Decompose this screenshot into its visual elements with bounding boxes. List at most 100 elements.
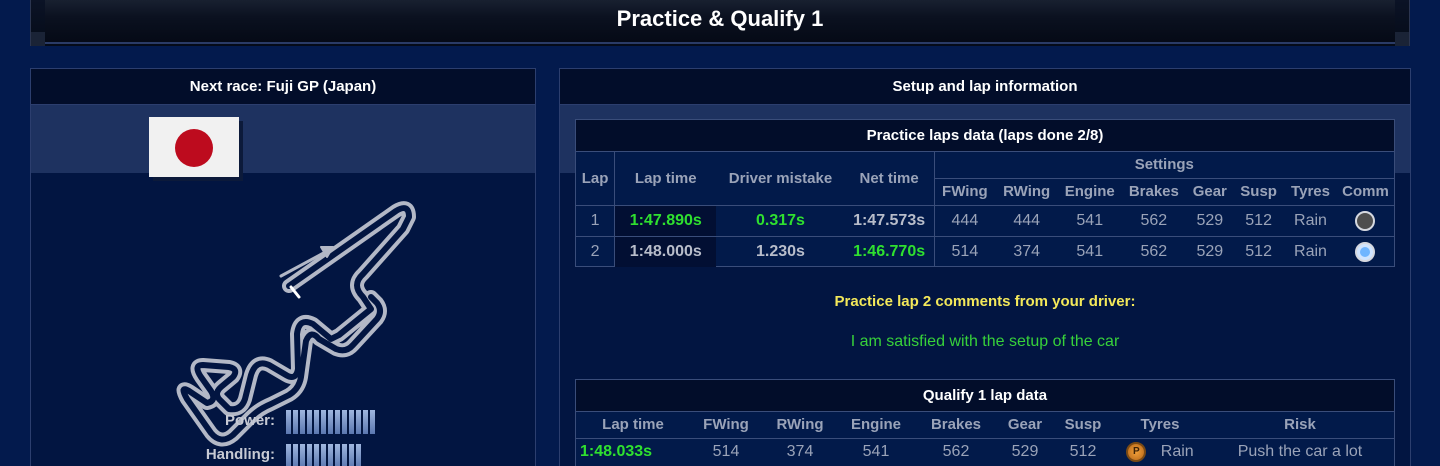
col-tyres: Tyres xyxy=(1140,416,1180,434)
stat-bar-segment xyxy=(335,444,340,466)
driver-comment-title: Practice lap 2 comments from your driver… xyxy=(834,293,1136,310)
col-brakes: Brakes xyxy=(930,416,982,434)
stat-bar-segment xyxy=(321,444,326,466)
col-settings: Settings xyxy=(934,152,1394,179)
lap-number: 1 xyxy=(576,205,616,236)
col-driver-mistake: Driver mistake xyxy=(716,152,845,205)
susp-value: 512 xyxy=(1245,211,1272,229)
stat-bar-segment xyxy=(356,410,361,434)
fwing-value: 514 xyxy=(951,242,979,260)
stat-bar-segment xyxy=(314,410,319,434)
engine-value: 541 xyxy=(1076,211,1104,229)
stat-bar-segment xyxy=(349,410,354,434)
stat-bar-segment xyxy=(300,444,305,466)
rwing-value: 444 xyxy=(1013,211,1041,229)
stat-bar-segment xyxy=(293,410,298,434)
stat-bar-segment xyxy=(342,444,347,466)
col-net-time: Net time xyxy=(844,152,935,205)
stat-bar-segment xyxy=(321,410,326,434)
practice-table: Lap Lap time Driver mistake Net time Set… xyxy=(576,152,1394,267)
table-row: 1 1:47.890s 0.317s 1:47.573s 444 444 541… xyxy=(576,205,1394,236)
handling-label: Handling: xyxy=(205,446,275,463)
col-rwing: RWing xyxy=(1003,183,1051,200)
japan-flag-icon xyxy=(149,117,239,177)
driver-mistake: 0.317s xyxy=(756,211,805,229)
stat-bar-segment xyxy=(349,444,354,466)
risk-value: Push the car a lot xyxy=(1237,443,1363,461)
stat-bar-segment xyxy=(307,410,312,434)
col-susp: Susp xyxy=(1064,416,1102,434)
tyres-cell: P Rain xyxy=(1114,438,1206,466)
col-engine: Engine xyxy=(850,416,901,434)
gear-value: 529 xyxy=(1011,443,1039,461)
stat-bar-segment xyxy=(328,410,333,434)
comm-radio-lap2[interactable] xyxy=(1355,241,1376,262)
driver-comment-text: I am satisfied with the setup of the car xyxy=(850,333,1120,350)
stat-bar-segment xyxy=(286,444,291,466)
stat-bar-segment xyxy=(370,410,375,434)
col-brakes: Brakes xyxy=(1128,183,1179,200)
qualify-lap-time: 1:48.033s xyxy=(580,443,653,461)
lap-time: 1:48.000s xyxy=(614,236,717,267)
col-gear: Gear xyxy=(1007,416,1043,434)
comm-radio-lap1[interactable] xyxy=(1355,210,1376,231)
stat-bar-segment xyxy=(342,410,347,434)
net-time: 1:46.770s xyxy=(844,236,935,267)
setup-heading: Setup and lap information xyxy=(560,69,1410,105)
col-susp: Susp xyxy=(1240,183,1277,200)
next-race-panel: Next race: Fuji GP (Japan) Power: Handli… xyxy=(30,68,536,466)
power-stat: Power: xyxy=(131,410,471,434)
susp-value: 512 xyxy=(1069,443,1097,461)
qualify-title: Qualify 1 lap data xyxy=(576,380,1394,412)
driver-mistake: 1.230s xyxy=(756,242,805,260)
stat-bar-segment xyxy=(314,444,319,466)
brakes-value: 562 xyxy=(1140,211,1168,229)
stat-bar-segment xyxy=(335,410,340,434)
lap-time: 1:47.890s xyxy=(614,205,717,236)
gear-value: 529 xyxy=(1196,242,1224,260)
stat-bar-segment xyxy=(300,410,305,434)
page-title: Practice & Qualify 1 xyxy=(616,6,824,31)
col-lap: Lap xyxy=(576,152,616,205)
col-lap-time: Lap time xyxy=(614,152,717,205)
col-lap-time: Lap time xyxy=(602,416,664,434)
gear-value: 529 xyxy=(1196,211,1224,229)
fwing-value: 444 xyxy=(951,211,979,229)
tyres-value: Rain xyxy=(1294,242,1327,260)
lap-number: 2 xyxy=(576,236,616,267)
practice-laps-box: Practice laps data (laps done 2/8) Lap L… xyxy=(575,119,1395,267)
power-bar xyxy=(286,410,375,434)
rwing-value: 374 xyxy=(786,443,814,461)
comm-cell xyxy=(1337,205,1394,236)
col-engine: Engine xyxy=(1064,183,1115,200)
next-race-heading: Next race: Fuji GP (Japan) xyxy=(31,69,535,105)
tyres-value: Rain xyxy=(1160,443,1194,461)
stat-bar-segment xyxy=(286,410,291,434)
qualify-lap-box: Qualify 1 lap data Lap time FWing RWing … xyxy=(575,379,1395,466)
panel-band xyxy=(31,105,535,173)
engine-value: 541 xyxy=(862,443,890,461)
rwing-value: 374 xyxy=(1013,242,1041,260)
table-row: 1:48.033s 514 374 541 562 529 512 P Rain… xyxy=(576,438,1394,466)
title-corner-right xyxy=(1395,32,1409,46)
comm-cell xyxy=(1337,236,1394,267)
col-risk: Risk xyxy=(1284,416,1316,434)
tyre-badge-icon: P xyxy=(1126,442,1147,463)
col-fwing: FWing xyxy=(703,416,749,434)
flag-sun xyxy=(175,129,213,167)
tyres-value: Rain xyxy=(1294,211,1327,229)
susp-value: 512 xyxy=(1245,242,1272,260)
table-row: 2 1:48.000s 1.230s 1:46.770s 514 374 541… xyxy=(576,236,1394,267)
practice-title: Practice laps data (laps done 2/8) xyxy=(576,120,1394,152)
handling-bar xyxy=(286,444,361,466)
col-fwing: FWing xyxy=(942,183,988,200)
brakes-value: 562 xyxy=(1140,242,1168,260)
title-bar: Practice & Qualify 1 xyxy=(30,0,1410,46)
stat-bar-segment xyxy=(293,444,298,466)
col-comm: Comm xyxy=(1342,183,1389,200)
title-inner: Practice & Qualify 1 xyxy=(45,0,1395,44)
col-rwing: RWing xyxy=(776,416,824,434)
engine-value: 541 xyxy=(1076,242,1104,260)
brakes-value: 562 xyxy=(942,443,970,461)
stat-bar-segment xyxy=(356,444,361,466)
